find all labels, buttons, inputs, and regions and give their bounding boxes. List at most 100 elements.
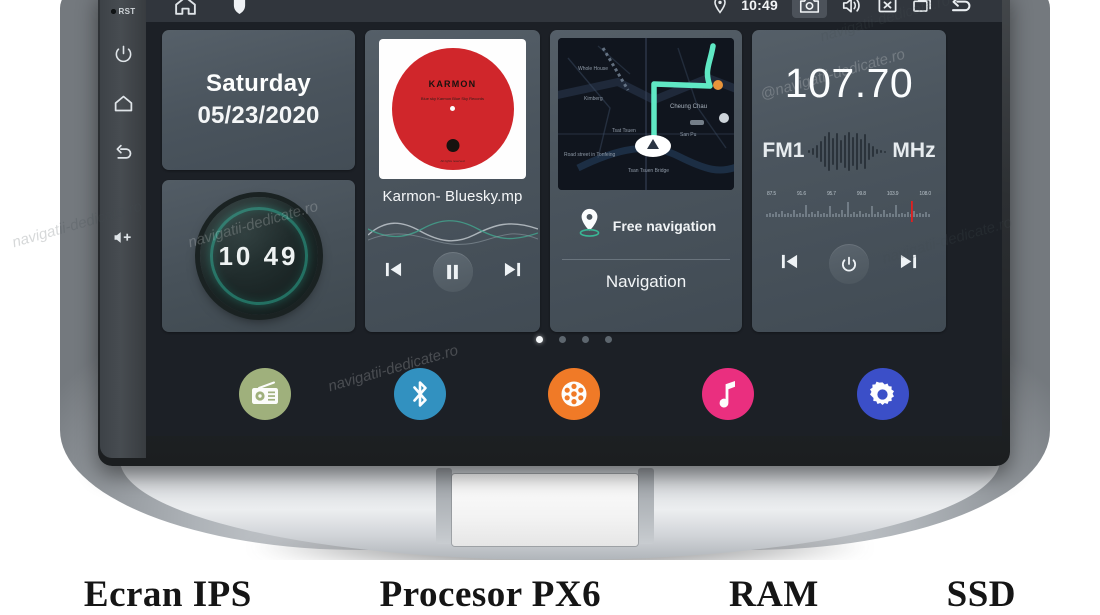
power-icon: [841, 256, 857, 272]
back-button[interactable]: [110, 140, 136, 166]
svg-text:San Pu: San Pu: [680, 132, 697, 138]
spec-item-screen: Ecran IPS: [83, 574, 252, 615]
status-bar-left: [146, 0, 247, 18]
svg-text:Kimberg: Kimberg: [584, 96, 603, 102]
svg-text:Whole House: Whole House: [578, 66, 608, 72]
date-widget-date: 05/23/2020: [197, 102, 320, 129]
date-widget-day: Saturday: [205, 70, 312, 97]
free-navigation-row[interactable]: Free navigation: [558, 207, 734, 244]
album-art-vinyl: KARMON Blue sky Karmon Blue Sky Records …: [391, 48, 514, 170]
tuner-scale-bar: [766, 201, 930, 222]
previous-track-button[interactable]: [384, 261, 403, 283]
close-box-icon[interactable]: [877, 0, 898, 14]
dashboard-slot-left: [436, 468, 452, 544]
radio-icon: [252, 381, 279, 404]
widget-strip: Saturday 05/23/2020 10 49 KARMON Blue sk…: [146, 22, 1002, 332]
bluetooth-icon: [412, 381, 427, 407]
music-controls: [374, 252, 531, 292]
track-title: Karmon- Bluesky.mp: [382, 188, 523, 205]
dashboard-slot-right: [638, 468, 654, 544]
home-button[interactable]: [110, 90, 136, 116]
map-preview[interactable]: Whole House Kimberg Tsat Tsuen Cheung Ch…: [558, 38, 734, 190]
location-pin-icon: [576, 207, 603, 244]
app-music[interactable]: [702, 368, 755, 420]
page-dot-1[interactable]: [536, 336, 543, 343]
next-station-button[interactable]: [899, 253, 918, 275]
camera-icon[interactable]: [792, 0, 827, 18]
spec-banner: Ecran IPS Procesor PX6 RAM SSD: [0, 560, 1100, 615]
page-dot-3[interactable]: [582, 336, 589, 343]
page-dot-4[interactable]: [605, 336, 612, 343]
recents-icon[interactable]: [912, 0, 934, 14]
waveform-visualizer: [368, 209, 538, 251]
clock-dial: 10 49: [199, 197, 318, 315]
reset-pinhole-icon[interactable]: [110, 9, 116, 14]
navigation-widget[interactable]: Whole House Kimberg Tsat Tsuen Cheung Ch…: [550, 30, 742, 332]
page-dot-2[interactable]: [559, 336, 566, 343]
equalizer-icon: [808, 131, 888, 171]
svg-text:Tsat Tsuen: Tsat Tsuen: [612, 128, 636, 134]
power-icon: [115, 45, 131, 62]
volume-icon[interactable]: [841, 0, 863, 15]
page-indicator: [146, 336, 1002, 343]
clock-widget[interactable]: 10 49: [162, 180, 355, 332]
spec-item-ssd: SSD: [946, 574, 1017, 615]
app-settings[interactable]: [856, 368, 909, 420]
album-foot-label: All rights reserved: [440, 159, 465, 163]
home-icon[interactable]: [173, 0, 198, 18]
power-button[interactable]: [110, 40, 136, 66]
album-art: KARMON Blue sky Karmon Blue Sky Records …: [379, 39, 526, 179]
svg-text:Cheung Chau: Cheung Chau: [670, 104, 707, 110]
film-reel-icon: [561, 381, 587, 407]
free-navigation-label: Free navigation: [612, 217, 717, 234]
screenshot-scene: RST 10:49 Saturday 05/23/2020 10 49 KARM…: [0, 0, 1100, 615]
location-pin-icon: [713, 0, 727, 14]
music-note-icon: [719, 381, 736, 408]
clock-dial-time: 10 49: [218, 240, 299, 271]
skip-previous-icon: [781, 254, 798, 269]
navigation-title: Navigation: [605, 272, 687, 291]
reset-pinhole-row[interactable]: RST: [110, 7, 136, 16]
date-clock-column: Saturday 05/23/2020 10 49: [162, 30, 355, 332]
album-brand-label: KARMON: [428, 79, 477, 89]
album-logo-icon: [446, 139, 459, 152]
radio-controls: [762, 244, 936, 284]
album-center-hole: [450, 106, 455, 111]
app-dock: [146, 352, 1002, 436]
back-arrow-icon: [116, 144, 131, 159]
pause-button[interactable]: [432, 252, 473, 292]
status-bar-clock: 10:49: [741, 0, 778, 13]
dashboard-label-plate: [452, 474, 638, 546]
radio-band-row: FM1 MHz: [762, 131, 936, 171]
next-track-button[interactable]: [503, 261, 522, 283]
volume-up-button[interactable]: [110, 224, 136, 250]
back-arrow-icon[interactable]: [948, 0, 974, 15]
previous-station-button[interactable]: [780, 253, 799, 275]
gear-icon: [870, 381, 895, 405]
spec-item-processor: Procesor PX6: [379, 574, 602, 615]
reset-label: RST: [118, 7, 136, 16]
app-video[interactable]: [547, 368, 600, 420]
radio-band-label: FM1: [762, 139, 805, 162]
music-widget[interactable]: KARMON Blue sky Karmon Blue Sky Records …: [365, 30, 540, 332]
app-radio[interactable]: [239, 368, 292, 420]
svg-text:Tsan Tsuen Bridge: Tsan Tsuen Bridge: [628, 168, 669, 174]
skip-previous-icon: [385, 262, 401, 277]
skip-next-icon: [900, 254, 917, 269]
navigation-divider: [562, 259, 730, 260]
album-sub-label: Blue sky Karmon Blue Sky Records: [420, 96, 485, 101]
app-bluetooth[interactable]: [393, 368, 446, 420]
spec-item-ram: RAM: [728, 574, 819, 615]
radio-widget[interactable]: 107.70 FM1 MHz 87.5 91.6 95.7 99.8 103.9…: [752, 30, 946, 332]
date-widget[interactable]: Saturday 05/23/2020: [162, 30, 355, 170]
spec-banner-items: Ecran IPS Procesor PX6 RAM SSD: [20, 576, 1080, 615]
touchscreen[interactable]: 10:49 Saturday 05/23/2020 10 49 KARMON B…: [146, 0, 1002, 436]
hardware-bezel: RST: [100, 0, 146, 458]
tuner-scale[interactable]: 87.5 91.6 95.7 99.8 103.9 108.0: [765, 191, 933, 228]
radio-frequency: 107.70: [784, 60, 914, 106]
pause-icon: [447, 264, 458, 280]
skip-next-icon: [504, 262, 520, 277]
radio-unit-label: MHz: [892, 139, 936, 162]
status-bar: 10:49: [146, 0, 1002, 22]
radio-power-button[interactable]: [829, 244, 869, 284]
